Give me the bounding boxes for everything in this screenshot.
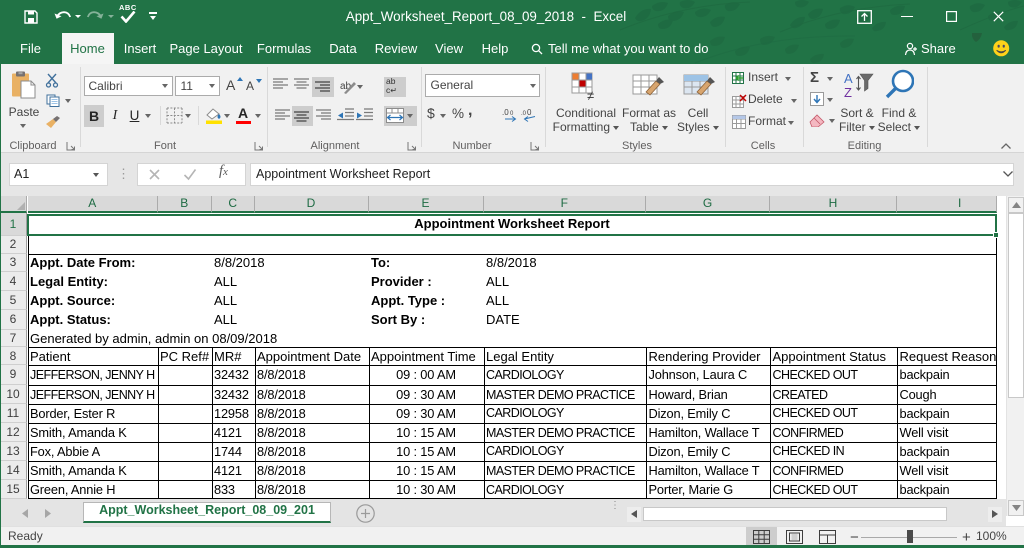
svg-text:≠: ≠ — [587, 88, 594, 101]
svg-text:Z: Z — [844, 85, 852, 99]
svg-text:.0: .0 — [521, 111, 527, 117]
svg-text:0: 0 — [510, 111, 514, 117]
svg-text:ab: ab — [340, 81, 352, 92]
svg-text:.0: .0 — [502, 108, 509, 117]
svg-text:A: A — [844, 71, 853, 86]
svg-text:0: 0 — [527, 108, 532, 117]
